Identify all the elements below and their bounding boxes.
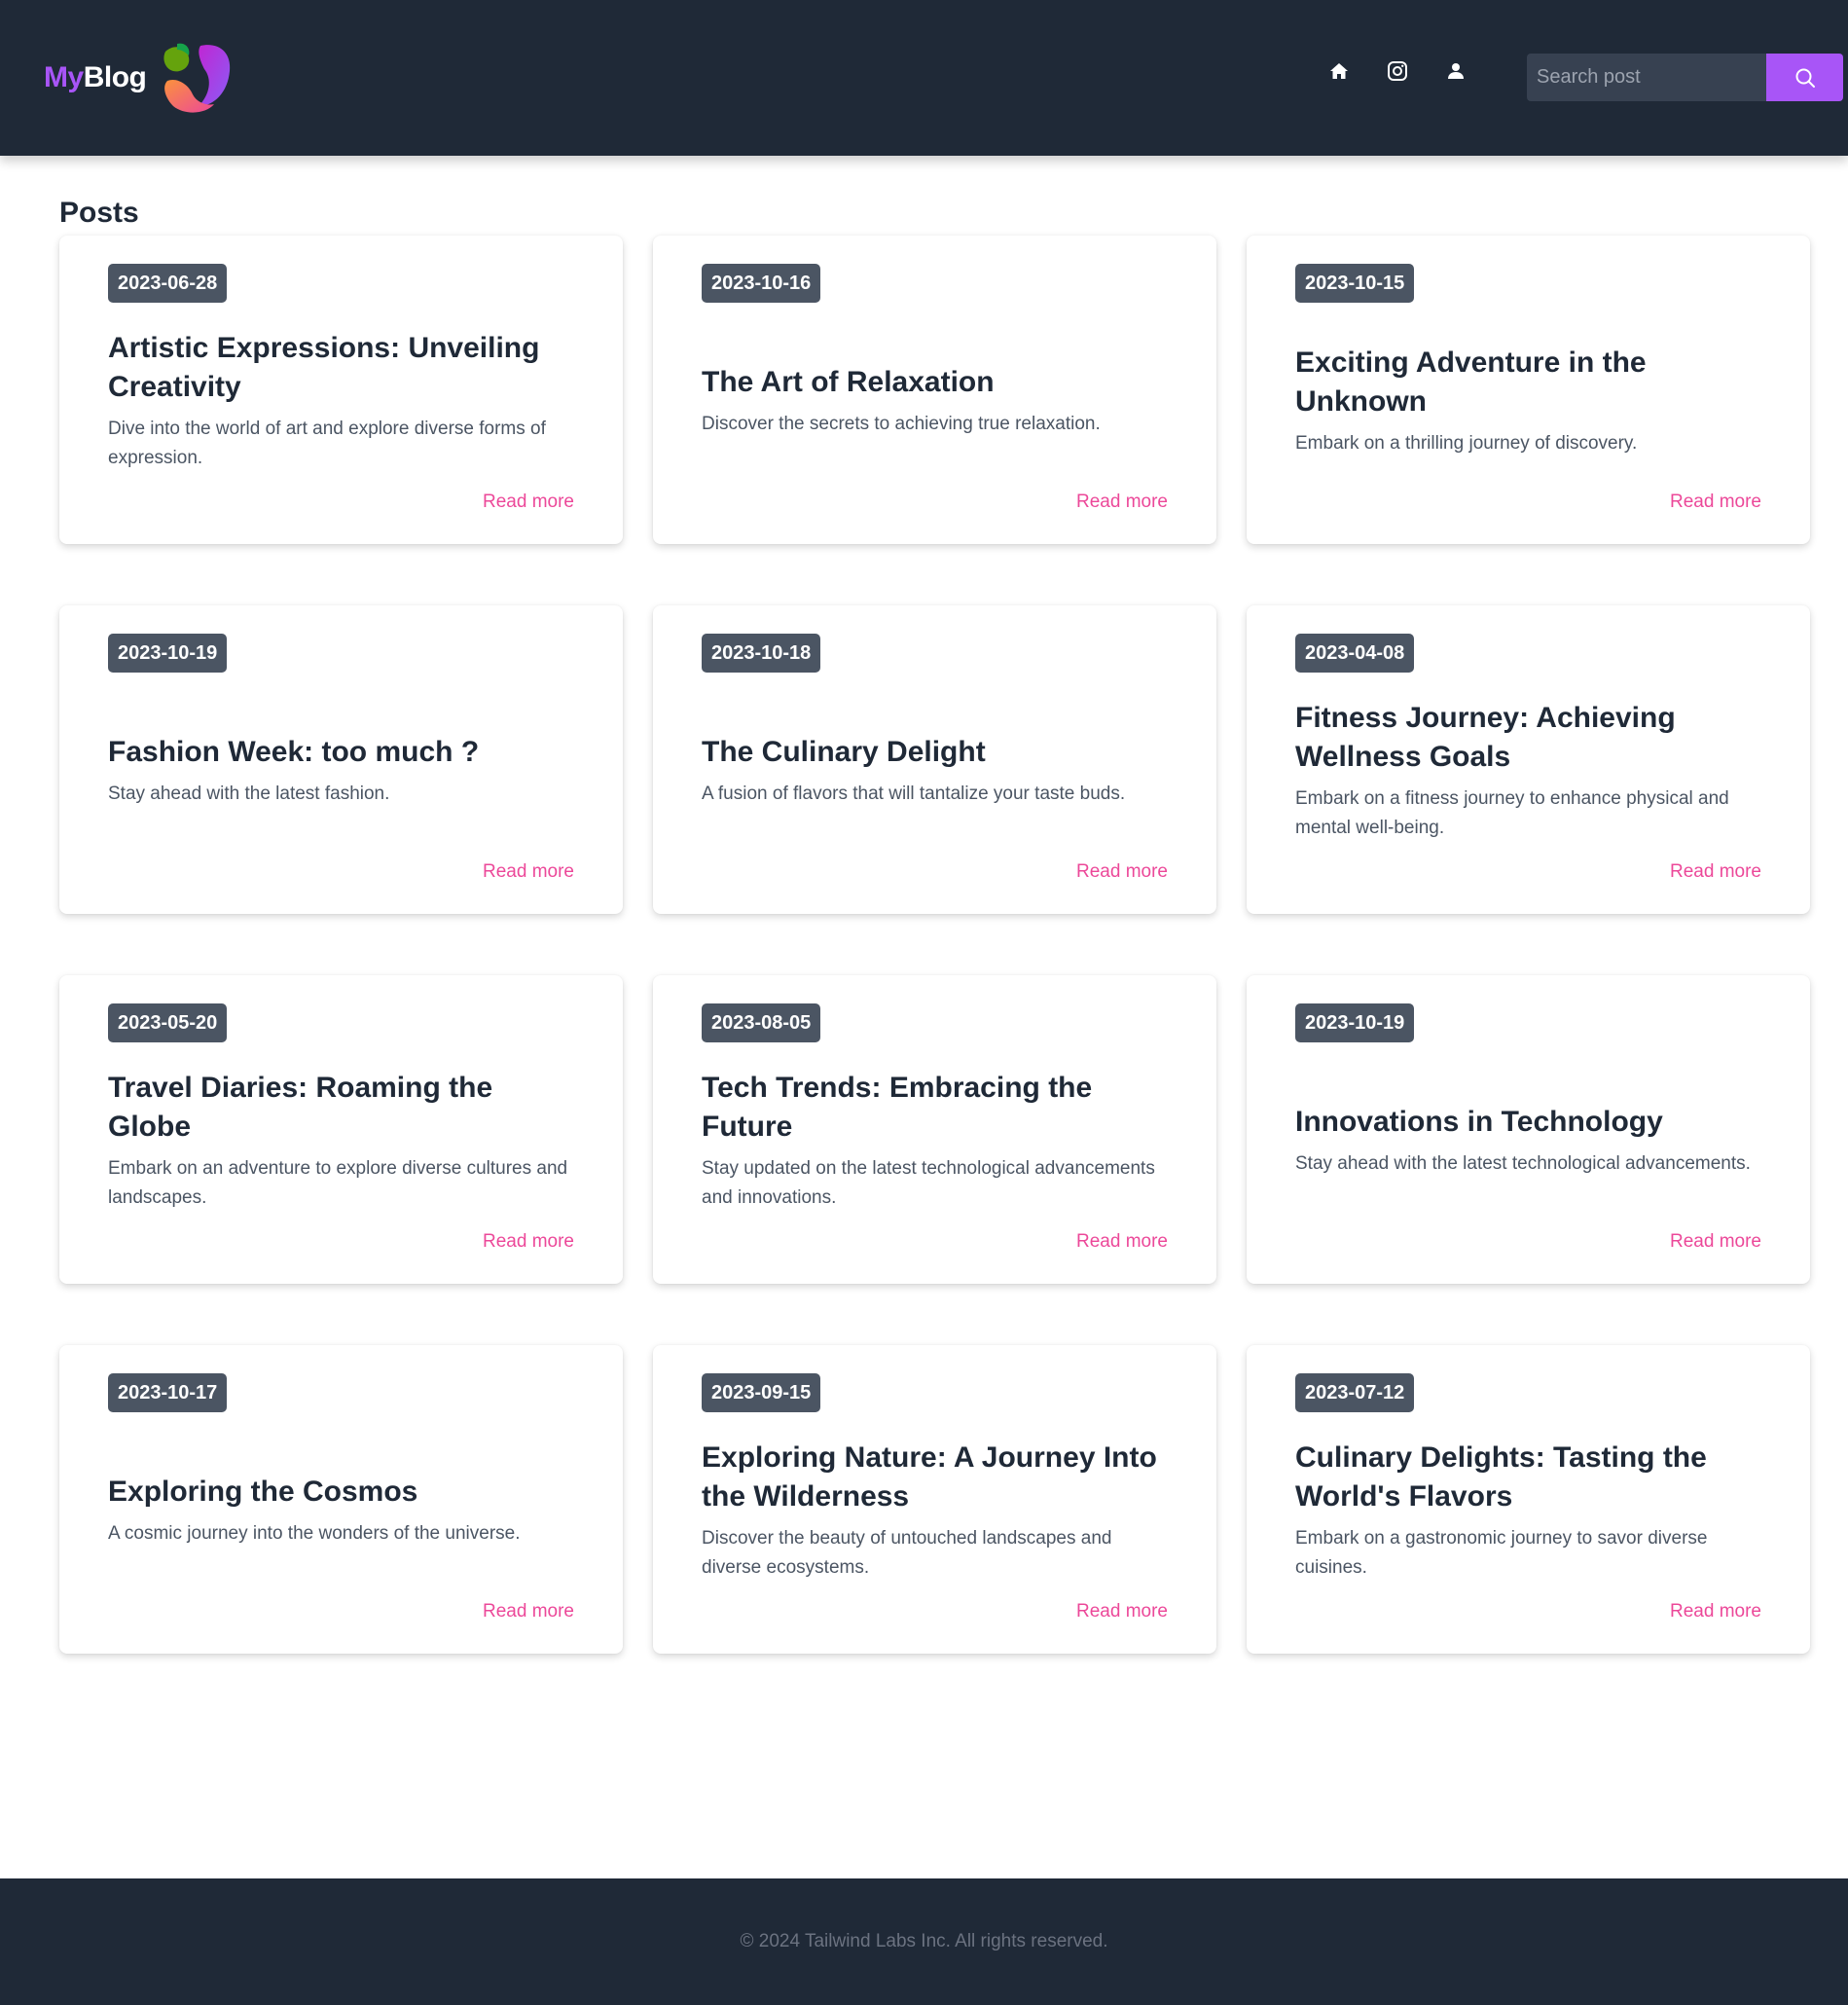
post-title[interactable]: Fashion Week: too much ? [108, 733, 574, 772]
post-card: 2023-04-08 Fitness Journey: Achieving We… [1247, 605, 1810, 914]
post-description: A cosmic journey into the wonders of the… [108, 1523, 521, 1544]
copyright-text: © 2024 Tailwind Labs Inc. All rights res… [740, 1931, 1108, 1951]
post-card: 2023-08-05 Tech Trends: Embracing the Fu… [653, 975, 1216, 1284]
post-title[interactable]: The Culinary Delight [702, 733, 1168, 772]
read-more-link[interactable]: Read more [1076, 492, 1168, 513]
read-more-link[interactable]: Read more [483, 1231, 574, 1253]
read-more-link[interactable]: Read more [1670, 1231, 1761, 1253]
post-date-badge: 2023-09-15 [702, 1373, 821, 1412]
post-title[interactable]: Travel Diaries: Roaming the Globe [108, 1069, 574, 1147]
read-more-link[interactable]: Read more [1076, 1601, 1168, 1622]
post-description: Embark on an adventure to explore divers… [108, 1158, 568, 1208]
post-description: Discover the beauty of untouched landsca… [702, 1528, 1112, 1578]
post-description: Stay ahead with the latest fashion. [108, 784, 390, 804]
brand-name-blog: Blog [83, 61, 147, 93]
read-more-link[interactable]: Read more [483, 1601, 574, 1622]
post-title[interactable]: Fitness Journey: Achieving Wellness Goal… [1295, 699, 1761, 777]
post-date-badge: 2023-10-19 [108, 634, 228, 673]
read-more-link[interactable]: Read more [1670, 1601, 1761, 1622]
post-title[interactable]: Artistic Expressions: Unveiling Creativi… [108, 329, 574, 407]
post-content: Artistic Expressions: Unveiling Creativi… [108, 318, 574, 484]
post-date-badge: 2023-08-05 [702, 1003, 821, 1042]
post-title[interactable]: Exciting Adventure in the Unknown [1295, 344, 1761, 421]
post-content: Exciting Adventure in the Unknown Embark… [1295, 318, 1761, 484]
search-input[interactable] [1527, 54, 1766, 101]
search-bar [1527, 54, 1843, 101]
read-more-link[interactable]: Read more [1076, 1231, 1168, 1253]
post-card: 2023-10-19 Fashion Week: too much ? Stay… [59, 605, 623, 914]
post-content: Tech Trends: Embracing the Future Stay u… [702, 1058, 1168, 1223]
post-date-badge: 2023-05-20 [108, 1003, 228, 1042]
read-more-link[interactable]: Read more [1076, 861, 1168, 883]
post-title[interactable]: Culinary Delights: Tasting the World's F… [1295, 1439, 1761, 1516]
post-date-badge: 2023-06-28 [108, 264, 228, 303]
post-content: Travel Diaries: Roaming the Globe Embark… [108, 1058, 574, 1223]
post-content: The Culinary Delight A fusion of flavors… [702, 688, 1168, 854]
post-content: Innovations in Technology Stay ahead wit… [1295, 1058, 1761, 1223]
brand-name[interactable]: MyBlog [44, 61, 147, 94]
post-date-badge: 2023-10-18 [702, 634, 821, 673]
post-description: Stay updated on the latest technological… [702, 1158, 1155, 1208]
post-card: 2023-10-19 Innovations in Technology Sta… [1247, 975, 1810, 1284]
read-more-link[interactable]: Read more [1670, 861, 1761, 883]
post-title[interactable]: Exploring Nature: A Journey Into the Wil… [702, 1439, 1168, 1516]
post-content: Exploring the Cosmos A cosmic journey in… [108, 1428, 574, 1593]
post-description: Dive into the world of art and explore d… [108, 419, 546, 468]
post-card: 2023-05-20 Travel Diaries: Roaming the G… [59, 975, 623, 1284]
post-card: 2023-10-16 The Art of Relaxation Discove… [653, 236, 1216, 544]
post-content: Fashion Week: too much ? Stay ahead with… [108, 688, 574, 854]
brand-name-my: My [44, 61, 84, 93]
brand[interactable]: MyBlog [44, 39, 234, 117]
post-card: 2023-06-28 Artistic Expressions: Unveili… [59, 236, 623, 544]
read-more-link[interactable]: Read more [483, 861, 574, 883]
post-content: Fitness Journey: Achieving Wellness Goal… [1295, 688, 1761, 854]
nav-icons [1328, 60, 1467, 82]
post-card: 2023-10-18 The Culinary Delight A fusion… [653, 605, 1216, 914]
search-icon [1795, 68, 1815, 88]
post-content: Exploring Nature: A Journey Into the Wil… [702, 1428, 1168, 1593]
posts-heading: Posts [59, 197, 139, 229]
post-card: 2023-10-17 Exploring the Cosmos A cosmic… [59, 1345, 623, 1654]
post-title[interactable]: The Art of Relaxation [702, 363, 1168, 402]
home-icon[interactable] [1328, 60, 1350, 82]
post-description: Stay ahead with the latest technological… [1295, 1153, 1751, 1174]
post-date-badge: 2023-07-12 [1295, 1373, 1415, 1412]
logo-icon[interactable] [160, 42, 234, 114]
post-title[interactable]: Tech Trends: Embracing the Future [702, 1069, 1168, 1147]
search-button[interactable] [1766, 54, 1843, 101]
site-footer: © 2024 Tailwind Labs Inc. All rights res… [0, 1878, 1848, 2005]
post-description: Embark on a gastronomic journey to savor… [1295, 1528, 1708, 1578]
post-content: The Art of Relaxation Discover the secre… [702, 318, 1168, 484]
post-description: Discover the secrets to achieving true r… [702, 414, 1101, 434]
site-header: MyBlog [0, 0, 1848, 156]
post-content: Culinary Delights: Tasting the World's F… [1295, 1428, 1761, 1593]
read-more-link[interactable]: Read more [1670, 492, 1761, 513]
post-date-badge: 2023-10-19 [1295, 1003, 1415, 1042]
post-date-badge: 2023-04-08 [1295, 634, 1415, 673]
post-title[interactable]: Exploring the Cosmos [108, 1473, 574, 1512]
instagram-icon[interactable] [1387, 60, 1408, 82]
post-description: Embark on a fitness journey to enhance p… [1295, 788, 1729, 838]
post-date-badge: 2023-10-16 [702, 264, 821, 303]
post-card: 2023-09-15 Exploring Nature: A Journey I… [653, 1345, 1216, 1654]
post-card: 2023-10-15 Exciting Adventure in the Unk… [1247, 236, 1810, 544]
user-icon[interactable] [1445, 60, 1467, 82]
post-description: A fusion of flavors that will tantalize … [702, 784, 1126, 804]
post-date-badge: 2023-10-17 [108, 1373, 228, 1412]
posts-grid: 2023-06-28 Artistic Expressions: Unveili… [59, 236, 1810, 1654]
post-title[interactable]: Innovations in Technology [1295, 1103, 1761, 1142]
post-card: 2023-07-12 Culinary Delights: Tasting th… [1247, 1345, 1810, 1654]
post-date-badge: 2023-10-15 [1295, 264, 1415, 303]
post-description: Embark on a thrilling journey of discove… [1295, 433, 1638, 454]
read-more-link[interactable]: Read more [483, 492, 574, 513]
